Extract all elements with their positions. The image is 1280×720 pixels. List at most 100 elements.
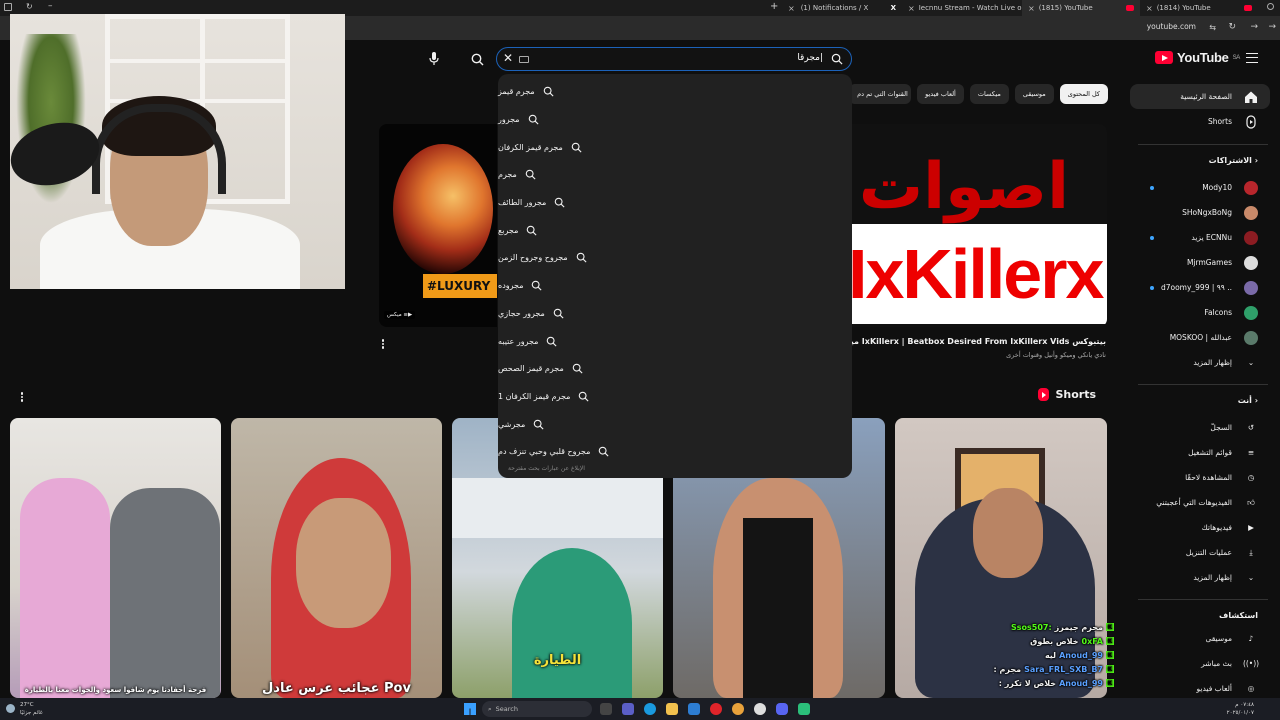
menu-icon[interactable] bbox=[1246, 53, 1258, 63]
channel-avatar bbox=[1244, 230, 1258, 245]
live-indicator-icon bbox=[1150, 186, 1154, 190]
tab-youtube-active[interactable]: × (1815) YouTube bbox=[1022, 0, 1140, 16]
suggestion-item[interactable]: مجرشي bbox=[498, 410, 852, 438]
obs-icon[interactable] bbox=[754, 703, 766, 715]
short-thumbnail-person bbox=[110, 488, 220, 698]
sidebar-item-home[interactable]: الصفحة الرئيسية bbox=[1130, 84, 1270, 109]
sidebar-item-music[interactable]: موسيقى ♪ bbox=[1130, 626, 1280, 651]
translate-icon[interactable]: ⇆ bbox=[1209, 23, 1216, 32]
suggestion-item[interactable]: مجرور حجازي bbox=[498, 300, 852, 328]
search-input[interactable]: ✕ مجرقا| bbox=[496, 47, 852, 71]
store-icon[interactable] bbox=[688, 703, 700, 715]
voice-search-button[interactable] bbox=[422, 47, 446, 71]
sidebar-item-history[interactable]: السجلّ ↺ bbox=[1130, 415, 1280, 440]
search-icon bbox=[532, 280, 543, 291]
clock-icon: ◷ bbox=[1247, 473, 1255, 482]
opera-icon[interactable] bbox=[710, 703, 722, 715]
youtube-favicon-icon bbox=[1126, 5, 1134, 11]
suggestion-item[interactable]: مجرور bbox=[498, 106, 852, 134]
search-button[interactable] bbox=[463, 47, 491, 71]
subscription-item[interactable]: Mody10 bbox=[1130, 175, 1280, 200]
app-icon[interactable] bbox=[798, 703, 810, 715]
mix-thumbnail[interactable]: اصوات IxKillerx bbox=[852, 124, 1107, 327]
subscription-item[interactable]: Falcons bbox=[1130, 300, 1280, 325]
edge-icon[interactable] bbox=[644, 703, 656, 715]
suggestion-item[interactable]: مجروده bbox=[498, 272, 852, 300]
weather-icon bbox=[6, 704, 15, 713]
short-thumbnail-person bbox=[512, 548, 632, 698]
subscription-item[interactable]: يزيد ECNNu bbox=[1130, 225, 1280, 250]
tab-notifications[interactable]: × (1) Notifications / X X bbox=[782, 0, 902, 16]
sidebar-item-your-videos[interactable]: فيديوهاتك ▶ bbox=[1130, 515, 1280, 540]
subscription-item[interactable]: d7oomy_999 | ٩٩ .. bbox=[1130, 275, 1280, 300]
suggestion-item[interactable]: مجرم bbox=[498, 161, 852, 189]
sidebar-item-liked[interactable]: الفيديوهات التي أعجبتني 👍︎ bbox=[1130, 490, 1280, 515]
taskbar-search[interactable]: ⌕ Search bbox=[482, 701, 592, 717]
sidebar-item-watch-later[interactable]: المشاهدة لاحقًا ◷ bbox=[1130, 465, 1280, 490]
video-title[interactable]: ميكس IxKillerx | Beatbox Desired From Ix… bbox=[835, 337, 1106, 346]
teams-icon[interactable] bbox=[622, 703, 634, 715]
tab-kick-stream[interactable]: × Iecnnu Stream - Watch Live on bbox=[902, 0, 1022, 16]
chip-channels[interactable]: القنوات التي تم دم bbox=[849, 84, 912, 104]
suggestion-item[interactable]: مجروح قلبي وحبي تنزف دم bbox=[498, 438, 852, 466]
subscription-item[interactable]: MjrmGames bbox=[1130, 250, 1280, 275]
show-more-subscriptions[interactable]: إظهار المزيد ⌄ bbox=[1130, 350, 1280, 375]
mix-thumbnail-left[interactable]: #LUXURY bbox=[379, 124, 497, 327]
minimize-icon[interactable]: – bbox=[48, 1, 53, 11]
close-tab-icon[interactable]: × bbox=[908, 4, 915, 13]
windows-start-icon[interactable] bbox=[464, 703, 476, 715]
suggestion-item[interactable]: مجرم قيمز bbox=[498, 78, 852, 106]
report-suggestions-link[interactable]: الإبلاغ عن عبارات بحث مقترحة bbox=[508, 465, 585, 472]
short-card[interactable]: فرحة أحفادنا يوم شافوا سعود والخوات معنا… bbox=[10, 418, 221, 698]
suggestion-item[interactable]: مجربع bbox=[498, 216, 852, 244]
suggestion-item[interactable]: مجرم قيمز الكرفان bbox=[498, 133, 852, 161]
video-more-options-icon[interactable] bbox=[381, 338, 385, 350]
sidebar-item-downloads[interactable]: عمليات التنزيل ⤓ bbox=[1130, 540, 1280, 565]
chip-music[interactable]: موسيقى bbox=[1014, 84, 1054, 104]
chip-all[interactable]: كل المحتوى bbox=[1059, 84, 1108, 104]
subscription-item[interactable]: SHoNgxBoNg bbox=[1130, 200, 1280, 225]
tab-youtube-2[interactable]: × (1814) YouTube bbox=[1140, 0, 1258, 16]
show-more-you[interactable]: إظهار المزيد ⌄ bbox=[1130, 565, 1280, 590]
search-icon bbox=[527, 225, 537, 236]
discord-icon[interactable] bbox=[776, 703, 788, 715]
back-icon[interactable]: ↻ bbox=[1228, 22, 1236, 32]
sidebar-item-playlists[interactable]: قوائم التشغيل ≡ bbox=[1130, 440, 1280, 465]
you-header[interactable]: أنت › bbox=[1238, 396, 1258, 405]
suggestion-item[interactable]: مجروح وجروح الزمن bbox=[498, 244, 852, 272]
close-tab-icon[interactable]: × bbox=[1028, 4, 1035, 13]
shorts-more-options-icon[interactable] bbox=[20, 391, 24, 403]
weather-widget[interactable]: 27°C غائم جزئيًا bbox=[20, 701, 43, 717]
clear-search-icon[interactable]: ✕ bbox=[503, 51, 513, 65]
chip-mixes[interactable]: ميكسات bbox=[969, 84, 1009, 104]
short-card[interactable]: Pov عجائب عرس عادل bbox=[231, 418, 442, 698]
kick-badge-icon: K bbox=[1106, 679, 1114, 687]
suggestion-item[interactable]: مجرور الطائف bbox=[498, 189, 852, 217]
sidebar-item-live[interactable]: بث مباشر ((•)) bbox=[1130, 651, 1280, 676]
suggestion-item[interactable]: مجرور عتيبه bbox=[498, 327, 852, 355]
reload-icon[interactable]: ↻ bbox=[26, 2, 33, 11]
search-icon bbox=[599, 447, 609, 457]
task-view-icon[interactable] bbox=[600, 703, 612, 715]
kick-badge-icon: K bbox=[1106, 623, 1114, 631]
subscriptions-header[interactable]: الاشتراكات › bbox=[1209, 156, 1258, 165]
url-text[interactable]: youtube.com bbox=[1147, 22, 1196, 31]
tab-search-icon[interactable] bbox=[1267, 3, 1274, 10]
chrome-icon[interactable] bbox=[732, 703, 744, 715]
suggestion-item[interactable]: مجرم قيمز الكرفان 1 bbox=[498, 383, 852, 411]
back-arrow-icon[interactable]: → bbox=[1268, 22, 1276, 32]
sidebar-item-shorts[interactable]: Shorts bbox=[1130, 109, 1280, 134]
chip-gaming[interactable]: ألعاب فيديو bbox=[917, 84, 964, 104]
shorts-icon bbox=[1246, 114, 1256, 129]
close-tab-icon[interactable]: × bbox=[1146, 4, 1153, 13]
taskbar-clock[interactable]: ٠٧:٤٨ م ٢٠٢٥/٠١/٠٧ bbox=[1227, 701, 1254, 717]
close-tab-icon[interactable]: × bbox=[788, 4, 795, 13]
window-menu-icon[interactable] bbox=[4, 3, 12, 11]
subscription-item[interactable]: MOSKOO | عبدالله bbox=[1130, 325, 1280, 350]
file-explorer-icon[interactable] bbox=[666, 703, 678, 715]
forward-icon[interactable]: → bbox=[1250, 22, 1258, 32]
youtube-logo[interactable]: YouTube SA bbox=[1155, 50, 1240, 65]
suggestion-item[interactable]: مجرم قيمز الصحص bbox=[498, 355, 852, 383]
new-tab-button[interactable]: + bbox=[770, 1, 778, 12]
keyboard-icon[interactable] bbox=[519, 56, 529, 63]
